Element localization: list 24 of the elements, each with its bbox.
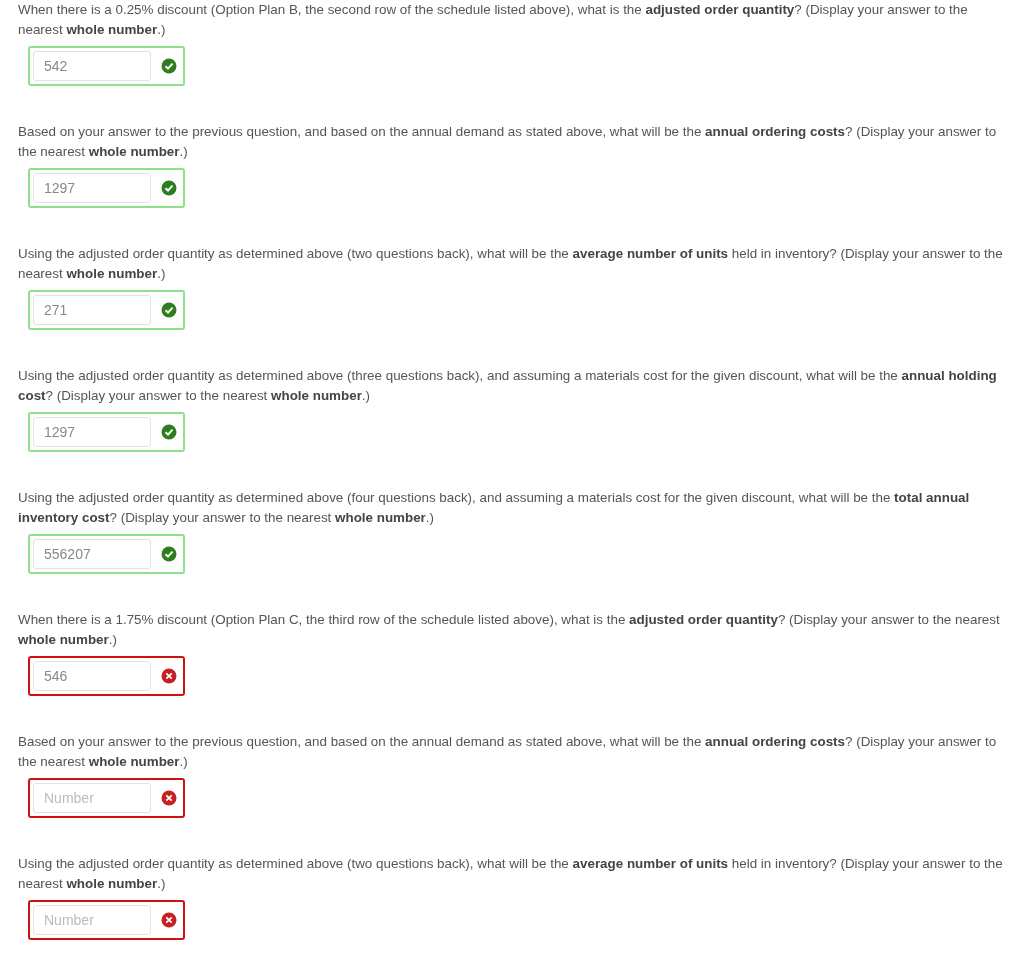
question-text: Using the adjusted order quantity as determined above (two questions back), what will be the average number of units held in inventory? (Display your answer to the nearest whole number.) (18, 855, 1004, 893)
checkmark-icon (161, 424, 177, 440)
answer-box[interactable]: 271 (28, 290, 185, 330)
checkmark-icon (161, 546, 177, 562)
cross-icon (161, 790, 177, 806)
question-text: Based on your answer to the previous question, and based on the annual demand as stated above, what will be the annual ordering costs? (Display your answer to the nearest whole number.) (18, 733, 998, 771)
answer-box[interactable]: 546 (28, 656, 185, 696)
question-text: Using the adjusted order quantity as determined above (three questions back), and assuming a materials cost for the given discount, what will be the annual holding cost? (Display your answer to the nearest whole number.) (18, 367, 998, 405)
question-text: Using the adjusted order quantity as determined above (two questions back), what will be the average number of units held in inventory? (Display your answer to the nearest whole number.) (18, 245, 1004, 283)
answer-box[interactable]: 1297 (28, 168, 185, 208)
question-text: Using the adjusted order quantity as determined above (four questions back), and assuming a materials cost for the given discount, what will be the total annual inventory cost? (Display your answer to the nearest whole number.) (18, 489, 971, 527)
checkmark-icon (161, 58, 177, 74)
answer-box[interactable]: Number (28, 778, 185, 818)
checkmark-icon (161, 302, 177, 318)
answer-box[interactable]: 556207 (28, 534, 185, 574)
question-text: When there is a 1.75% discount (Option Plan C, the third row of the schedule listed above), what is the adjusted order quantity? (Display your answer to the nearest whole number.) (18, 611, 1001, 649)
checkmark-icon (161, 180, 177, 196)
answer-box[interactable]: Number (28, 900, 185, 940)
cross-icon (161, 668, 177, 684)
cross-icon (161, 912, 177, 928)
question-text: Based on your answer to the previous question, and based on the annual demand as stated above, what will be the annual ordering costs? (Display your answer to the nearest whole number.) (18, 123, 998, 161)
answer-box[interactable]: 1297 (28, 412, 185, 452)
question-text: When there is a 0.25% discount (Option Plan B, the second row of the schedule listed above), what is the adjusted order quantity? (Display your answer to the nearest whole number.) (18, 1, 969, 39)
answer-box[interactable]: 542 (28, 46, 185, 86)
